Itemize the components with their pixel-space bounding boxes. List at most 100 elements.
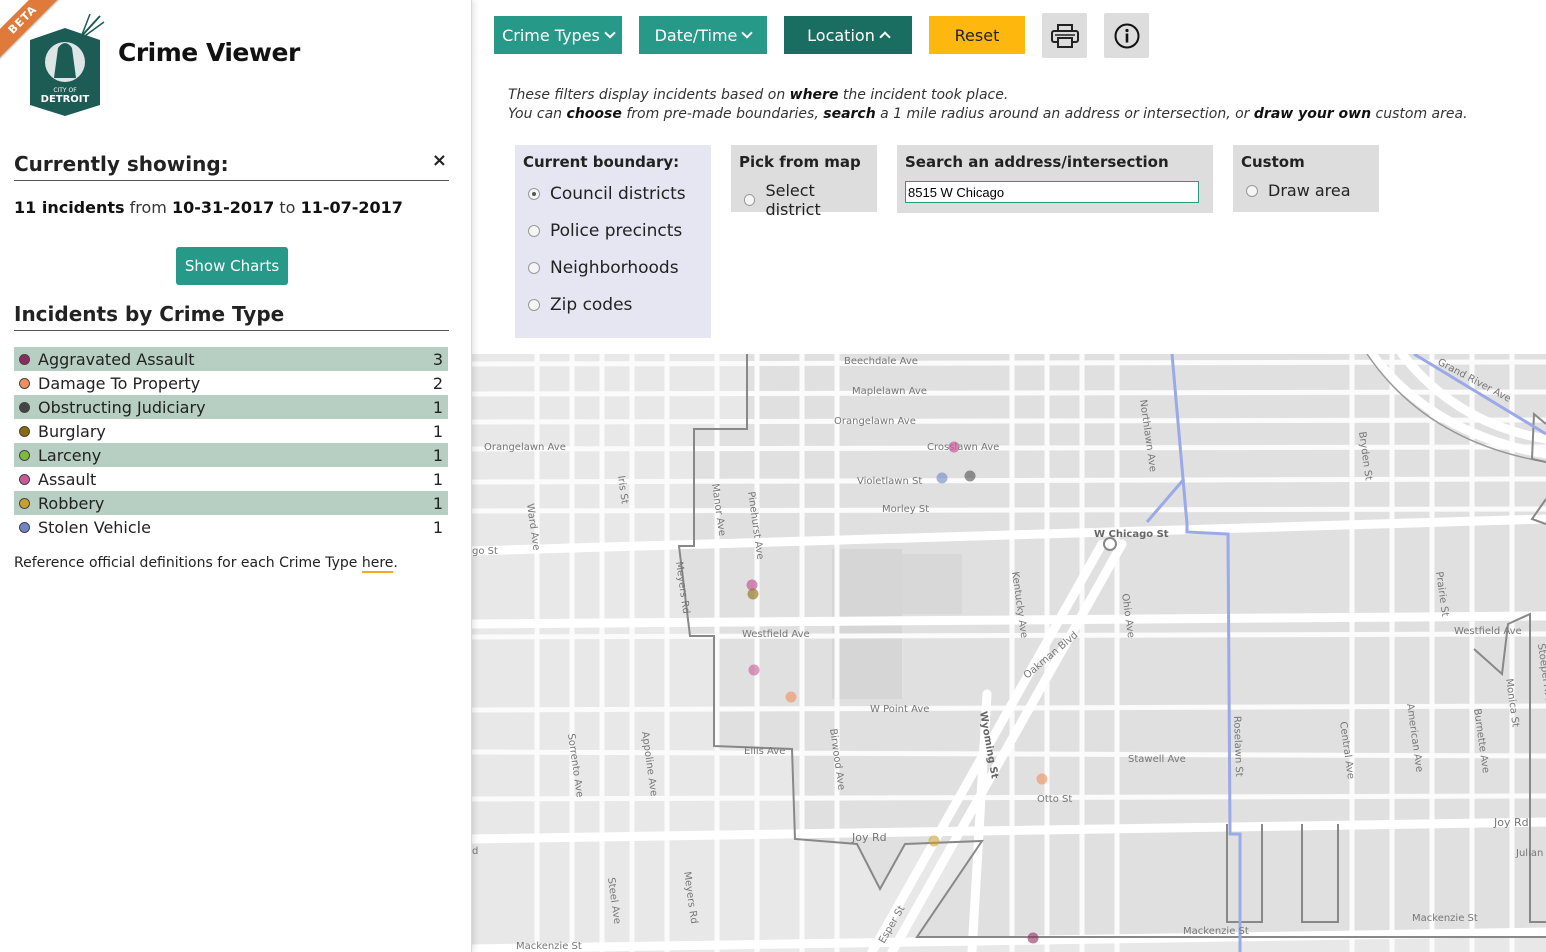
to-word: to (279, 198, 296, 217)
crime-type-label: Robbery (38, 493, 105, 513)
radio-button[interactable] (528, 187, 540, 200)
chevron-up-icon (879, 31, 891, 43)
close-icon[interactable]: × (432, 150, 447, 171)
address-search-panel: Search an address/intersection (897, 145, 1213, 213)
incident-marker[interactable] (748, 664, 760, 676)
search-title: Search an address/intersection (905, 153, 1169, 171)
incident-marker[interactable] (747, 588, 759, 600)
radio-button[interactable] (528, 261, 540, 274)
color-dot-icon (19, 473, 30, 485)
street-label: Sorrento Ave (565, 733, 585, 798)
crime-type-count: 1 (432, 469, 443, 489)
crime-map[interactable]: Beechdale Ave Maplelawn Ave Orangelawn A… (472, 354, 1546, 952)
color-dot-icon (19, 449, 30, 461)
definitions-link[interactable]: here (361, 555, 394, 573)
boundary-label: Council districts (550, 183, 686, 204)
boundary-label: Neighborhoods (550, 257, 679, 278)
incident-count: 11 incidents (14, 198, 125, 217)
boundary-option-council[interactable]: Council districts (523, 175, 703, 212)
crime-types-button[interactable]: Crime Types (494, 16, 622, 54)
incident-marker[interactable] (1027, 932, 1039, 944)
crime-type-row[interactable]: Stolen Vehicle 1 (14, 515, 448, 539)
incident-marker[interactable] (928, 835, 940, 847)
start-date: 10-31-2017 (171, 198, 275, 217)
radio-button[interactable] (744, 194, 756, 206)
desc-text: These filters display incidents based on (508, 87, 786, 103)
color-dot-icon (19, 401, 30, 413)
show-charts-button[interactable]: Show Charts (176, 247, 288, 285)
incident-marker[interactable] (964, 470, 976, 482)
sidebar: BETA CITY OF DETROIT Crime Viewer Curren… (0, 0, 472, 952)
crime-type-row[interactable]: Aggravated Assault 3 (14, 347, 448, 371)
color-dot-icon (19, 497, 30, 509)
crime-type-row[interactable]: Assault 1 (14, 467, 448, 491)
desc-emph: draw your own (1253, 106, 1372, 122)
street-label: Crosslawn Ave (927, 442, 999, 453)
incident-marker[interactable] (785, 691, 797, 703)
crime-type-label: Larceny (38, 445, 102, 465)
boundary-option-zip[interactable]: Zip codes (523, 286, 703, 323)
crime-type-count: 1 (432, 517, 443, 537)
incident-marker[interactable] (936, 472, 948, 484)
street-label: Westfield Ave (1454, 626, 1522, 637)
from-word: from (129, 198, 167, 217)
incident-summary: 11 incidents from 10-31-2017 to 11-07-20… (14, 198, 403, 217)
desc-emph: where (789, 87, 839, 103)
street-label: Orangelawn Ave (834, 416, 916, 427)
street-label: Meyers Rd (681, 871, 699, 925)
location-button[interactable]: Location (784, 16, 912, 54)
crime-type-row[interactable]: Larceny 1 (14, 443, 448, 467)
boundary-option-neighborhoods[interactable]: Neighborhoods (523, 249, 703, 286)
select-district-option[interactable]: Select district (739, 181, 869, 219)
address-search-input[interactable] (905, 181, 1199, 203)
boundary-title: Current boundary: (523, 153, 680, 171)
description-line-2: You can choose from pre-made boundaries,… (508, 105, 1468, 124)
radio-button[interactable] (1246, 184, 1258, 197)
crime-type-heading: Incidents by Crime Type (14, 302, 449, 331)
definitions-reference: Reference official definitions for each … (14, 555, 398, 573)
street-label: Otto St (1037, 794, 1072, 805)
pick-label: Select district (765, 181, 821, 219)
street-label: Julian (1515, 848, 1543, 859)
crime-type-label: Burglary (38, 421, 106, 441)
info-button[interactable] (1104, 13, 1149, 58)
chevron-down-icon (604, 27, 616, 39)
crime-type-row[interactable]: Burglary 1 (14, 419, 448, 443)
crime-type-row[interactable]: Damage To Property 2 (14, 371, 448, 395)
reset-button[interactable]: Reset (929, 16, 1025, 54)
draw-area-option[interactable]: Draw area (1241, 181, 1371, 200)
print-button[interactable] (1042, 13, 1087, 58)
crime-type-row[interactable]: Robbery 1 (14, 491, 448, 515)
currently-showing-heading: Currently showing: × (14, 150, 449, 181)
desc-text: the incident took place. (842, 87, 1009, 103)
crime-type-label: Aggravated Assault (38, 349, 195, 369)
crime-type-count: 1 (432, 493, 443, 513)
boundary-option-police[interactable]: Police precincts (523, 212, 703, 249)
radio-button[interactable] (528, 298, 540, 311)
city-of-detroit-logo[interactable]: CITY OF DETROIT (20, 10, 110, 118)
incident-marker[interactable] (1036, 773, 1048, 785)
desc-emph: choose (566, 106, 622, 122)
logo-text-top: CITY OF (53, 87, 77, 94)
incident-marker[interactable] (948, 441, 960, 453)
date-time-label: Date/Time (654, 25, 738, 45)
street-label: Roselawn St (1231, 716, 1244, 777)
desc-text: You can (508, 106, 563, 122)
street-label: go St (472, 546, 498, 557)
logo-text: DETROIT (41, 94, 90, 105)
street-label: Mackenzie St (516, 941, 582, 952)
location-label: Location (807, 25, 875, 45)
crime-type-count: 2 (432, 373, 443, 393)
pick-from-map-panel: Pick from map Select district (731, 145, 877, 219)
crime-type-row[interactable]: Obstructing Judiciary 1 (14, 395, 448, 419)
location-description: These filters display incidents based on… (508, 86, 1468, 124)
crime-type-count: 1 (432, 421, 443, 441)
custom-label: Draw area (1268, 181, 1351, 200)
crime-type-list: Aggravated Assault 3 Damage To Property 2 Ob… (14, 347, 448, 539)
pick-title: Pick from map (739, 153, 861, 171)
end-date: 11-07-2017 (300, 198, 403, 217)
map-canvas[interactable]: Beechdale Ave Maplelawn Ave Orangelawn A… (472, 354, 1546, 952)
date-time-button[interactable]: Date/Time (639, 16, 767, 54)
radio-button[interactable] (528, 224, 540, 237)
info-icon (1114, 23, 1139, 48)
